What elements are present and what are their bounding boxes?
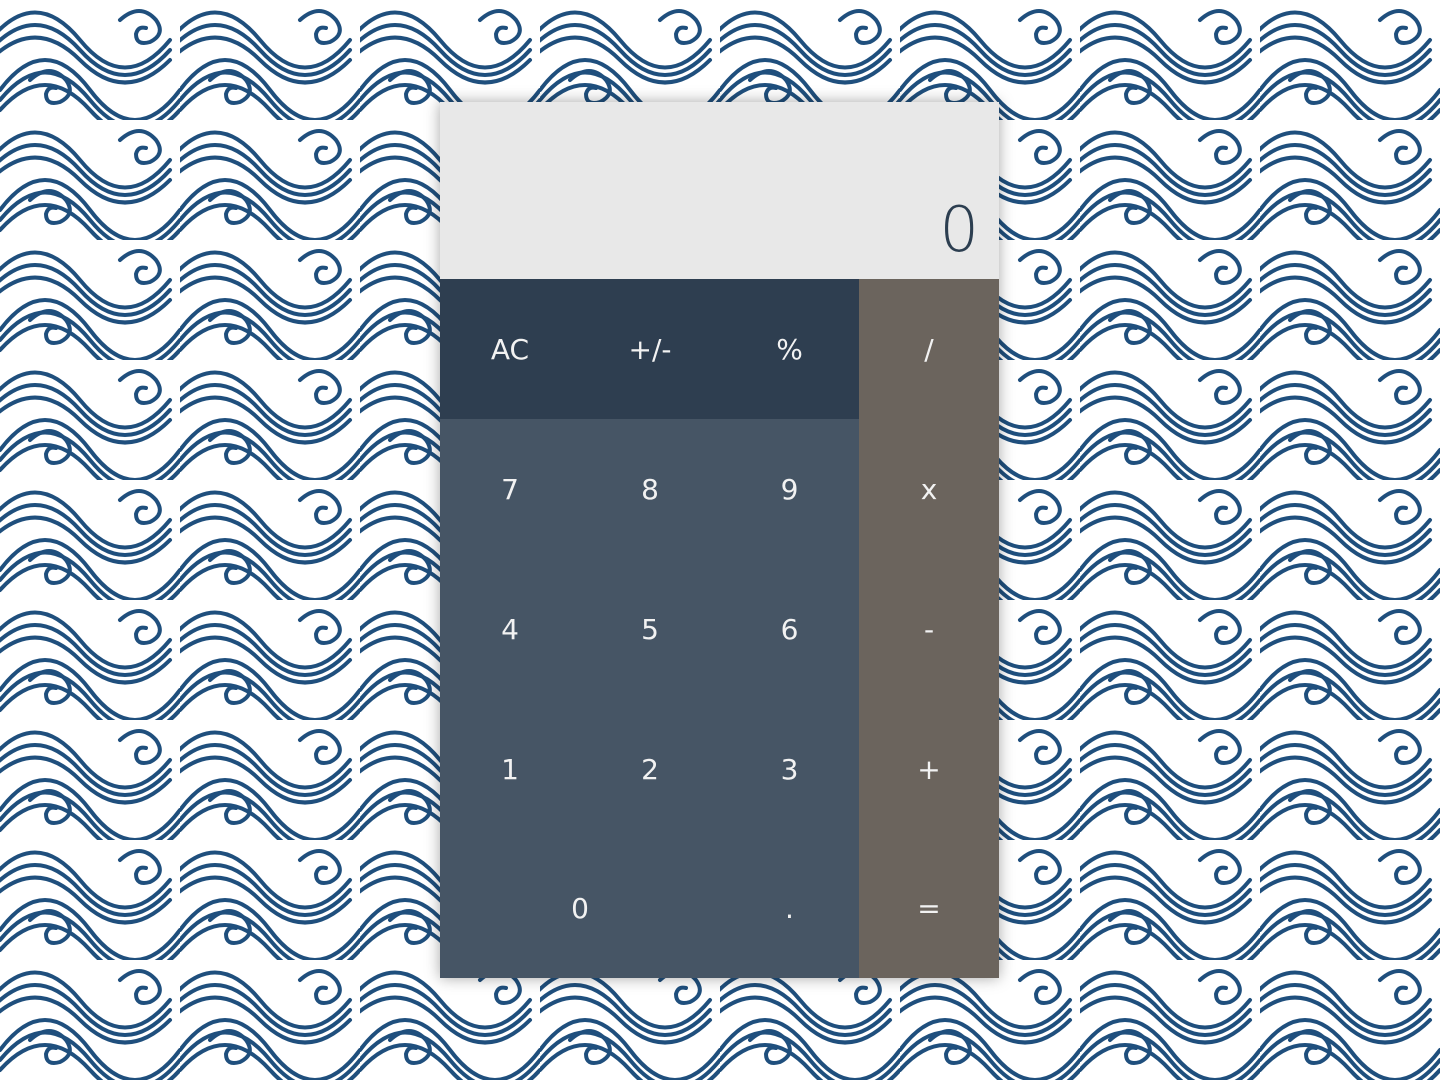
display-value: 0 xyxy=(939,193,979,266)
digit-3-button[interactable]: 3 xyxy=(720,699,859,839)
calculator: 0 AC +/- % 7 8 9 4 5 6 1 2 3 0 . / x - +… xyxy=(440,102,999,978)
digit-2-button[interactable]: 2 xyxy=(580,699,720,839)
digit-0-button[interactable]: 0 xyxy=(440,839,720,978)
digit-1-button[interactable]: 1 xyxy=(440,699,580,839)
digit-7-button[interactable]: 7 xyxy=(440,419,580,559)
decimal-button[interactable]: . xyxy=(720,839,859,978)
add-button[interactable]: + xyxy=(859,699,999,839)
digit-8-button[interactable]: 8 xyxy=(580,419,720,559)
subtract-button[interactable]: - xyxy=(859,559,999,699)
digit-6-button[interactable]: 6 xyxy=(720,559,859,699)
digit-4-button[interactable]: 4 xyxy=(440,559,580,699)
divide-button[interactable]: / xyxy=(859,279,999,419)
equals-button[interactable]: = xyxy=(859,839,999,978)
toggle-sign-button[interactable]: +/- xyxy=(580,279,720,419)
percent-button[interactable]: % xyxy=(720,279,859,419)
keypad: AC +/- % 7 8 9 4 5 6 1 2 3 0 . / x - + = xyxy=(440,279,999,978)
digit-5-button[interactable]: 5 xyxy=(580,559,720,699)
ac-button[interactable]: AC xyxy=(440,279,580,419)
display-panel: 0 xyxy=(440,102,999,279)
multiply-button[interactable]: x xyxy=(859,419,999,559)
digit-9-button[interactable]: 9 xyxy=(720,419,859,559)
